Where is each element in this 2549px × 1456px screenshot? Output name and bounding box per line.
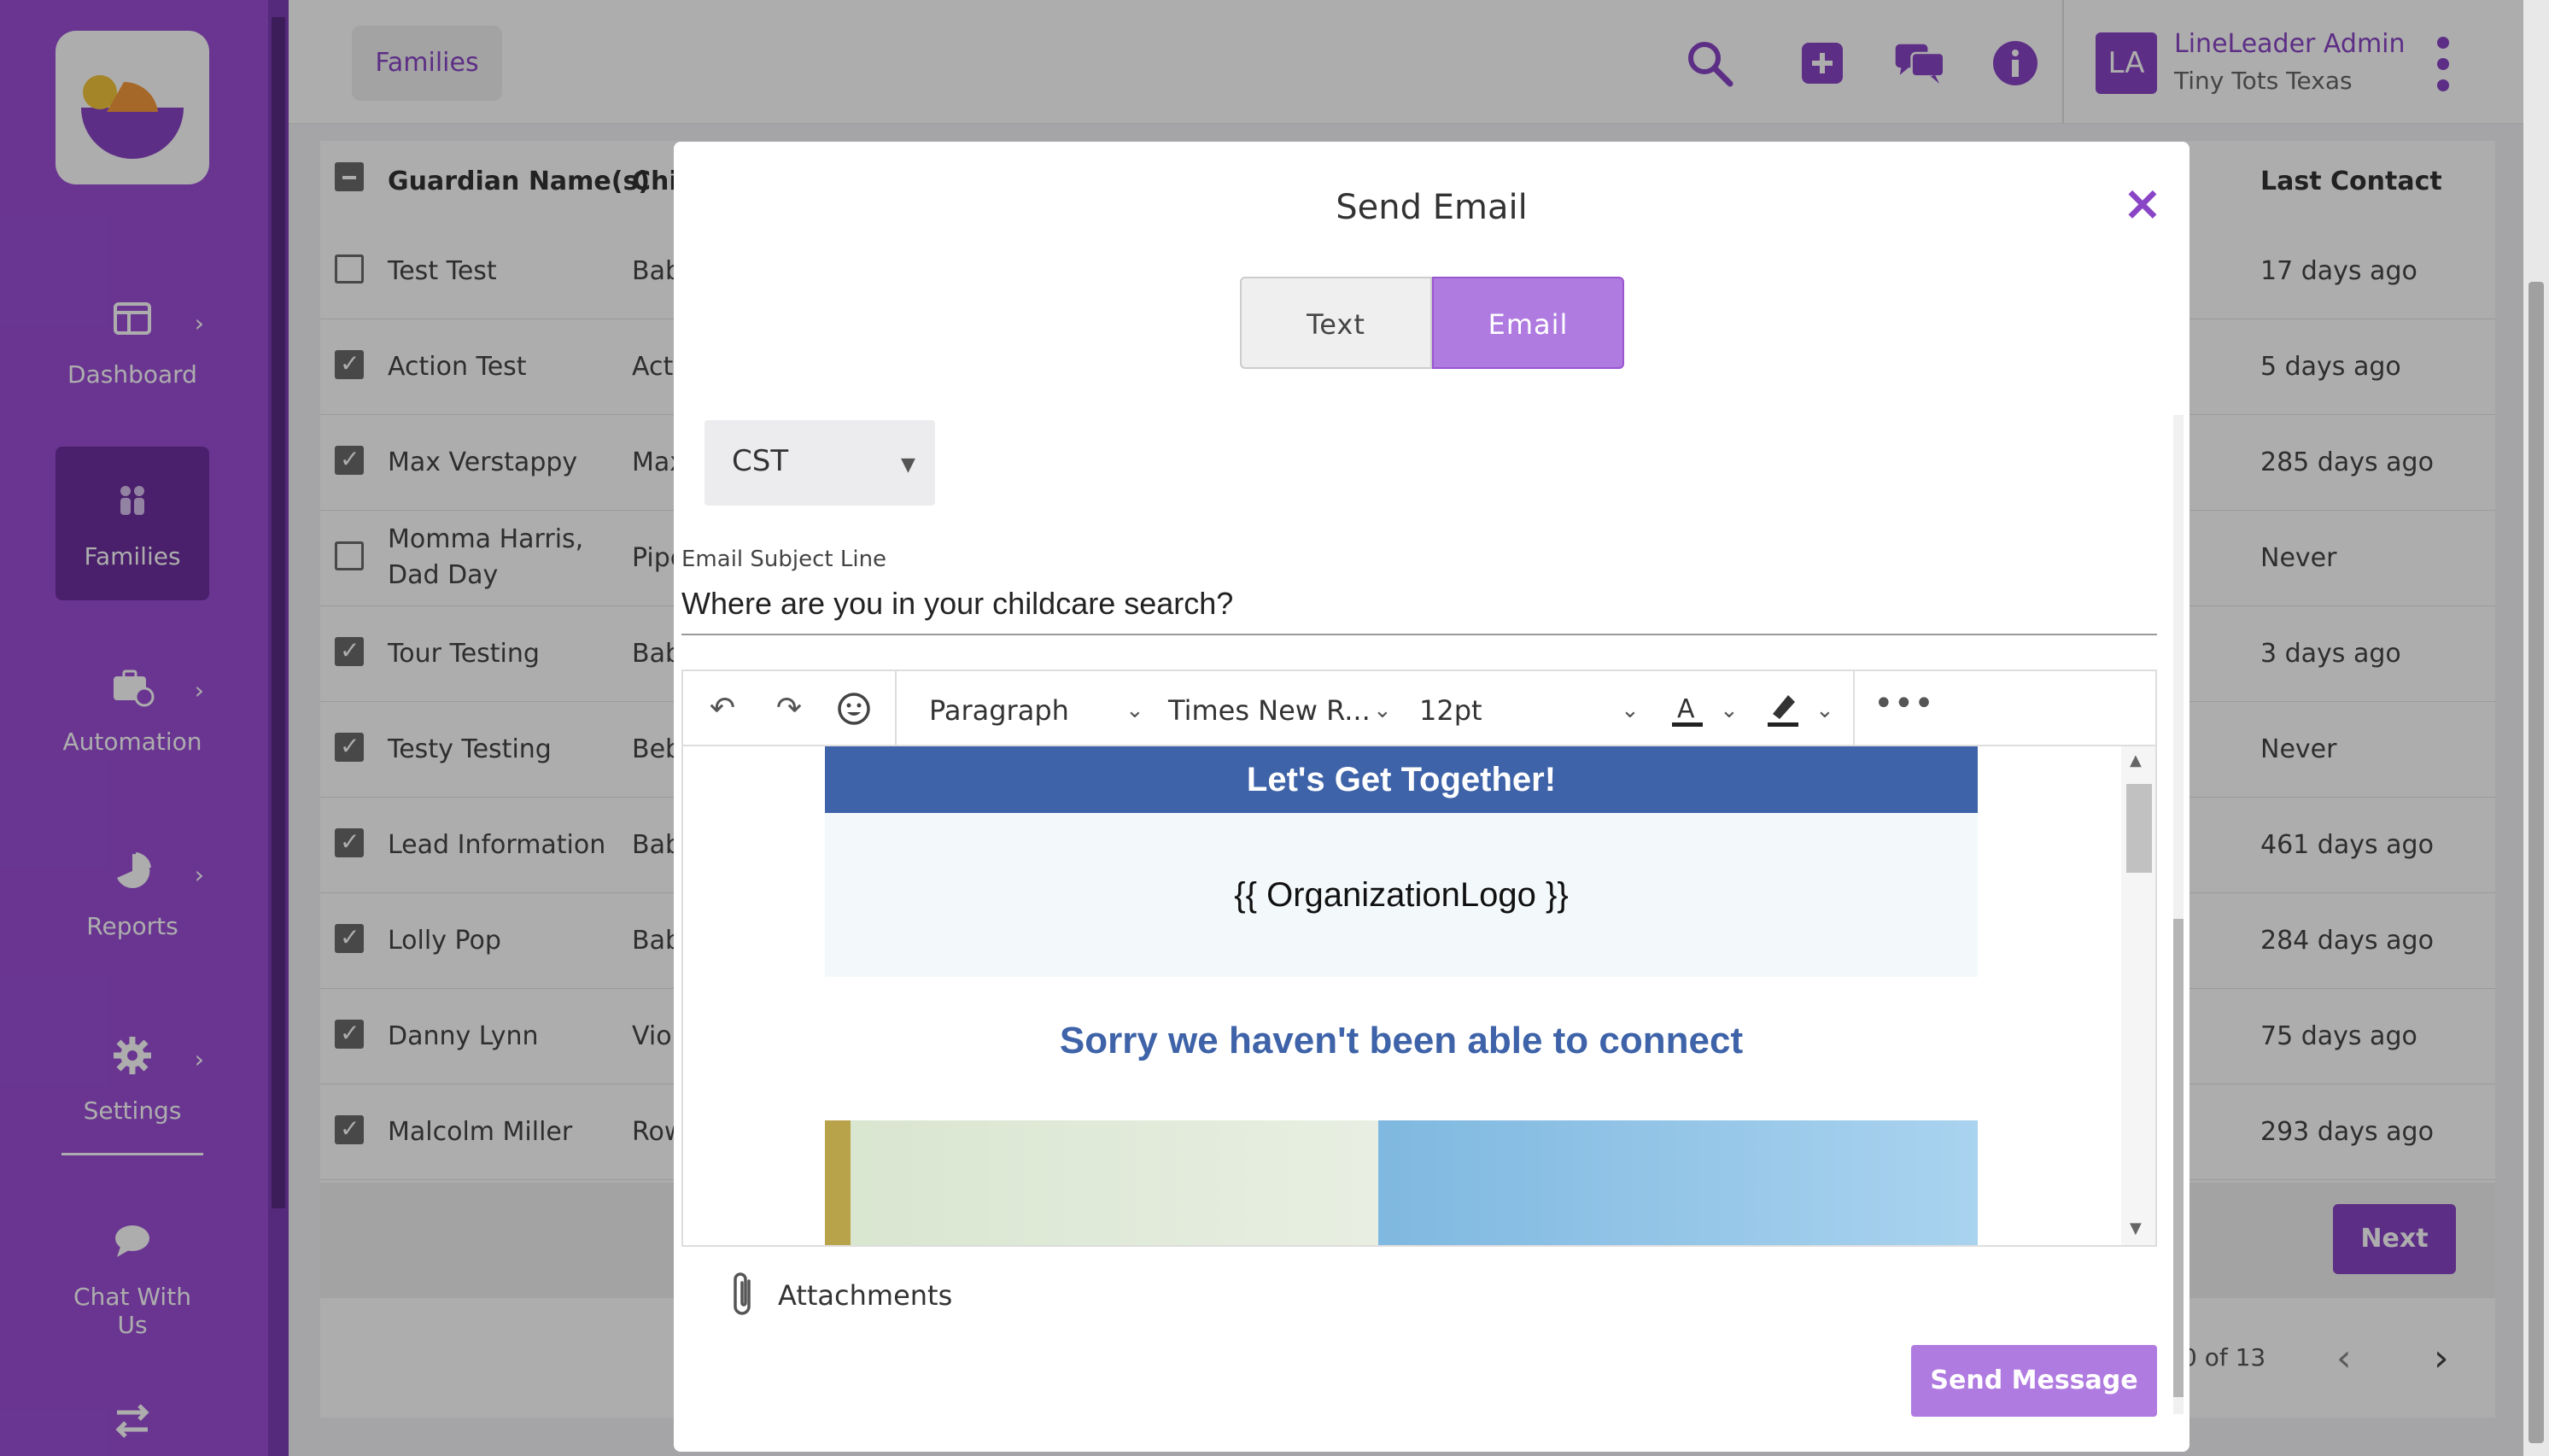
toggle-text[interactable]: Text: [1240, 277, 1432, 369]
font-family-select[interactable]: Times New R... ⌄: [1168, 690, 1397, 731]
block-format-value: Paragraph: [929, 694, 1069, 727]
modal-scroll-thumb[interactable]: [2173, 919, 2184, 1397]
svg-text:A: A: [1677, 694, 1695, 724]
chevron-down-icon: ⌄: [1815, 698, 1834, 723]
email-banner: Let's Get Together!: [825, 746, 1978, 813]
attachments-label: Attachments: [778, 1279, 953, 1312]
editor-scroll-thumb[interactable]: [2126, 784, 2152, 873]
close-icon[interactable]: ×: [2121, 180, 2164, 228]
more-options-icon[interactable]: •••: [1874, 687, 1934, 729]
page-scrollbar[interactable]: [2523, 0, 2549, 1456]
editor-scrollbar[interactable]: ▲ ▼: [2121, 746, 2155, 1245]
emoji-icon[interactable]: [833, 688, 874, 729]
channel-toggle: Text Email: [1240, 277, 1624, 369]
timezone-value: CST: [732, 444, 789, 478]
chevron-down-icon: ⌄: [1720, 698, 1739, 723]
chevron-down-icon: ⌄: [1621, 698, 1640, 723]
toolbar-divider: [895, 671, 897, 746]
email-photo: [825, 1120, 1978, 1245]
timezone-select[interactable]: CST ▼: [704, 420, 935, 506]
font-size-select[interactable]: 12pt ⌄: [1419, 690, 1646, 731]
subject-label: Email Subject Line: [681, 547, 887, 572]
highlight-dropdown[interactable]: ⌄: [1815, 690, 1841, 731]
text-color-dropdown[interactable]: ⌄: [1720, 690, 1745, 731]
highlight-icon[interactable]: [1763, 688, 1804, 729]
undo-icon[interactable]: ↶: [702, 688, 743, 729]
caret-down-icon: ▼: [901, 454, 915, 476]
scroll-up-icon[interactable]: ▲: [2130, 751, 2142, 769]
organization-logo-placeholder: {{ OrganizationLogo }}: [825, 813, 1978, 977]
editor-toolbar: ↶ ↷ Paragraph ⌄ Times New R... ⌄ 12pt ⌄ …: [683, 671, 2155, 746]
toggle-email[interactable]: Email: [1432, 277, 1624, 369]
chevron-down-icon: ⌄: [1125, 698, 1144, 723]
modal-scrollbar[interactable]: [2168, 389, 2187, 1448]
page-scrollbar-thumb[interactable]: [2529, 282, 2544, 1443]
chevron-down-icon: ⌄: [1373, 698, 1392, 723]
block-format-select[interactable]: Paragraph ⌄: [929, 690, 1151, 731]
font-family-value: Times New R...: [1168, 694, 1371, 727]
subject-input[interactable]: [681, 574, 2157, 635]
redo-icon[interactable]: ↷: [769, 688, 810, 729]
send-email-modal: Send Email × Text Email CST ▼ Email Subj…: [674, 142, 2189, 1452]
paperclip-icon: [734, 1272, 751, 1315]
photo-edge: [825, 1120, 851, 1245]
send-message-button[interactable]: Send Message: [1911, 1345, 2157, 1417]
email-heading: Sorry we haven't been able to connect: [1059, 1020, 1744, 1061]
text-color-icon[interactable]: A: [1667, 688, 1708, 729]
editor-content[interactable]: Let's Get Together! {{ OrganizationLogo …: [683, 746, 2155, 1245]
scroll-down-icon[interactable]: ▼: [2130, 1219, 2142, 1237]
email-editor: ↶ ↷ Paragraph ⌄ Times New R... ⌄ 12pt ⌄ …: [681, 670, 2157, 1247]
modal-title: Send Email: [1336, 188, 1528, 227]
toolbar-divider: [1853, 671, 1855, 746]
font-size-value: 12pt: [1419, 694, 1482, 727]
